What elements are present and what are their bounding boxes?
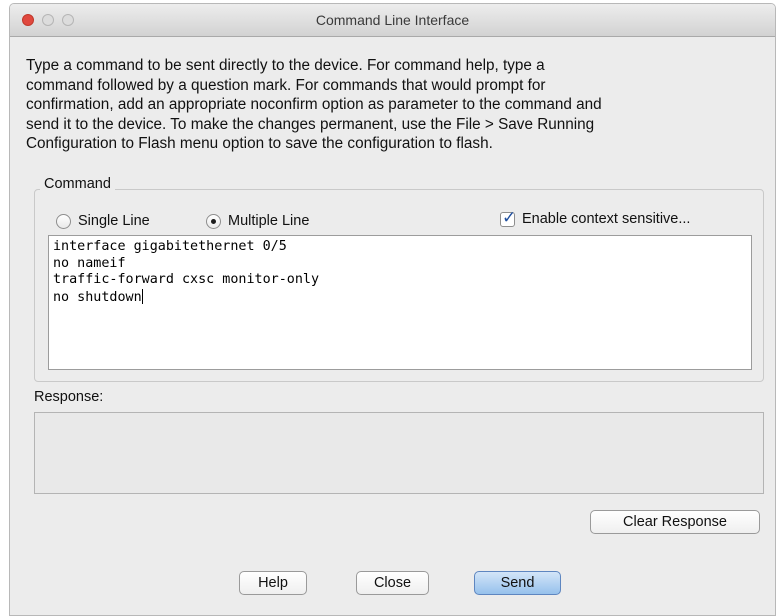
help-button[interactable]: Help: [239, 571, 307, 595]
instructions-text: Type a command to be sent directly to th…: [26, 56, 756, 154]
checkbox-checked-icon[interactable]: ✓: [500, 208, 516, 227]
multiple-line-label: Multiple Line: [228, 213, 310, 229]
instructions-line: send it to the device. To make the chang…: [26, 115, 595, 133]
command-line: traffic-forward cxsc monitor-only: [53, 272, 320, 287]
radio-unselected-icon[interactable]: [56, 213, 71, 229]
clear-response-button[interactable]: Clear Response: [590, 510, 760, 534]
radio-selected-icon[interactable]: [206, 213, 221, 229]
instructions-line: confirmation, add an appropriate noconfi…: [26, 96, 602, 114]
send-button[interactable]: Send: [474, 571, 561, 595]
single-line-radio[interactable]: Single Line: [56, 213, 150, 229]
single-line-label: Single Line: [78, 213, 150, 229]
window-title: Command Line Interface: [315, 12, 470, 28]
command-group-label: Command: [40, 176, 115, 192]
command-line-last: no shutdown: [53, 288, 747, 307]
command-line: interface gigabitethernet 0/5: [53, 239, 287, 254]
context-sensitive-checkbox[interactable]: ✓ Enable context sensitive...: [500, 208, 691, 227]
multiple-line-radio[interactable]: Multiple Line: [206, 213, 309, 229]
command-line: no nameif: [53, 255, 126, 271]
text-caret: [141, 288, 143, 304]
command-input[interactable]: interface gigabitethernet 0/5 no nameif …: [48, 235, 752, 370]
response-label: Response:: [34, 389, 104, 405]
close-button[interactable]: Close: [356, 571, 429, 595]
cli-dialog-window: Command Line Interface Type a command to…: [9, 3, 776, 616]
instructions-line: Type a command to be sent directly to th…: [26, 57, 545, 74]
title-bar[interactable]: Command Line Interface: [10, 4, 775, 37]
instructions-line: Configuration to Flash menu option to sa…: [26, 135, 493, 153]
instructions-line: command followed by a question mark. For…: [26, 76, 546, 94]
context-sensitive-label: Enable context sensitive...: [522, 211, 691, 227]
response-output[interactable]: [34, 412, 764, 494]
command-line: no shutdown: [53, 289, 142, 305]
